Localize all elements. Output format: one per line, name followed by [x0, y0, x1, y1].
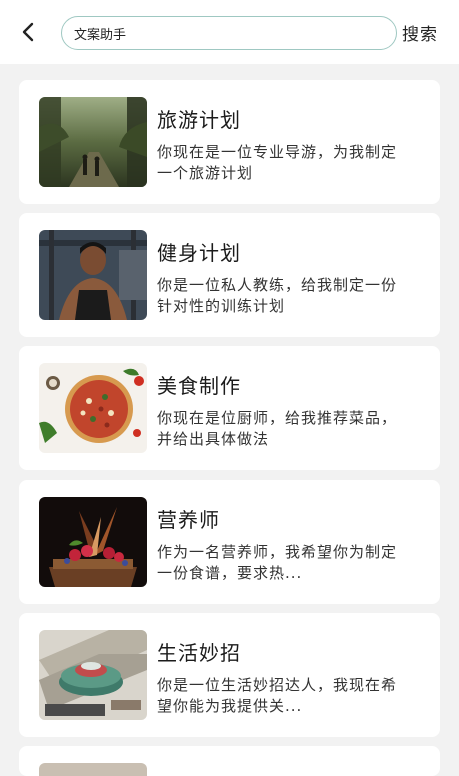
back-button[interactable]: [14, 18, 42, 46]
pizza-image: [39, 363, 147, 453]
board-game-image: [39, 630, 147, 720]
list-item-food[interactable]: 美食制作 你现在是位厨师，给我推荐菜品，并给出具体做法: [19, 346, 440, 470]
item-title: 生活妙招: [157, 641, 241, 665]
item-description: 你是一位私人教练，给我制定一份针对性的训练计划: [157, 276, 398, 315]
item-title: 旅游计划: [157, 108, 241, 132]
item-description: 你现在是位厨师，给我推荐菜品，并给出具体做法: [157, 409, 398, 448]
item-description: 作为一名营养师，我希望你为制定一份食谱，要求热...: [157, 543, 398, 582]
card-image: [39, 763, 147, 776]
search-input[interactable]: [74, 25, 374, 41]
list-item-nutritionist[interactable]: 营养师 作为一名营养师，我希望你为制定一份食谱，要求热...: [19, 480, 440, 604]
list-item-partial[interactable]: [19, 746, 440, 776]
item-description: 你现在是一位专业导游，为我制定一个旅游计划: [157, 143, 398, 182]
item-title: 健身计划: [157, 241, 241, 265]
list-item-fitness[interactable]: 健身计划 你是一位私人教练，给我制定一份针对性的训练计划: [19, 213, 440, 337]
item-title: 营养师: [157, 508, 220, 532]
search-box[interactable]: [61, 16, 397, 50]
chevron-left-icon: [22, 22, 34, 42]
search-button[interactable]: 搜索: [402, 20, 438, 45]
list-item-travel[interactable]: 旅游计划 你现在是一位专业导游，为我制定一个旅游计划: [19, 80, 440, 204]
fitness-trainer-image: [39, 230, 147, 320]
item-title: 美食制作: [157, 374, 241, 398]
jungle-travel-image: [39, 97, 147, 187]
item-description: 你是一位生活妙招达人，我现在希望你能为我提供关...: [157, 676, 398, 715]
list-item-life-hacks[interactable]: 生活妙招 你是一位生活妙招达人，我现在希望你能为我提供关...: [19, 613, 440, 737]
top-bar: 搜索: [0, 0, 459, 64]
dessert-image: [39, 497, 147, 587]
